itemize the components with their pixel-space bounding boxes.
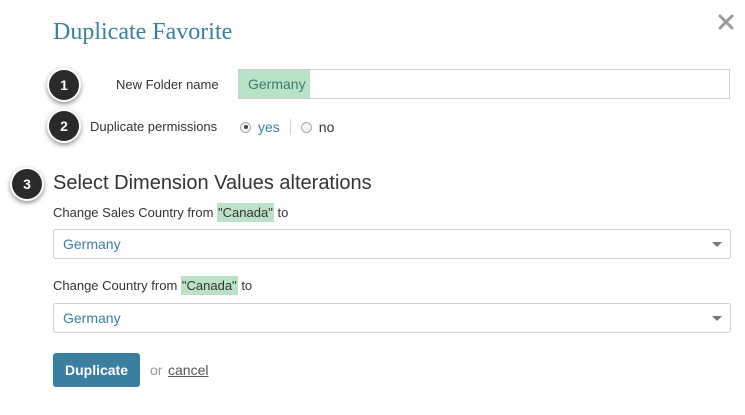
cancel-link[interactable]: cancel (168, 362, 208, 378)
permissions-radio-group: yes no (240, 118, 334, 136)
alterations-heading: Select Dimension Values alterations (53, 172, 372, 194)
dialog-title: Duplicate Favorite (53, 19, 233, 45)
alteration-prefix: Change Sales Country from (53, 205, 214, 220)
duplicate-button[interactable]: Duplicate (53, 353, 140, 387)
alteration-from-value: "Canada" (217, 203, 274, 222)
sales-country-selected-value: Germany (63, 236, 121, 252)
step-badge-1: 1 (49, 70, 79, 100)
folder-name-value: Germany (239, 70, 310, 98)
alteration-prefix: Change Country from (53, 278, 178, 293)
chevron-down-icon (712, 316, 722, 321)
folder-name-input[interactable]: Germany (238, 69, 730, 99)
chevron-down-icon (712, 242, 722, 247)
folder-name-label: New Folder name (116, 77, 219, 92)
permissions-yes-label[interactable]: yes (258, 119, 280, 135)
permissions-label: Duplicate permissions (90, 119, 218, 134)
close-icon[interactable] (716, 12, 736, 32)
radio-divider (289, 119, 291, 135)
alteration-label-sales-country: Change Sales Country from "Canada" to (53, 203, 288, 223)
country-selected-value: Germany (63, 310, 121, 326)
alteration-from-value: "Canada" (180, 276, 238, 295)
step-badge-3: 3 (12, 169, 42, 199)
sales-country-select[interactable]: Germany (53, 229, 731, 259)
permissions-no-radio[interactable] (300, 121, 312, 133)
alteration-suffix: to (277, 205, 289, 220)
or-text: or (150, 362, 163, 378)
permissions-no-label[interactable]: no (319, 119, 335, 135)
permissions-yes-radio[interactable] (240, 121, 251, 133)
country-select[interactable]: Germany (53, 303, 731, 333)
step-badge-2: 2 (49, 111, 79, 141)
alteration-suffix: to (241, 278, 253, 293)
alteration-label-country: Change Country from "Canada" to (53, 276, 252, 296)
